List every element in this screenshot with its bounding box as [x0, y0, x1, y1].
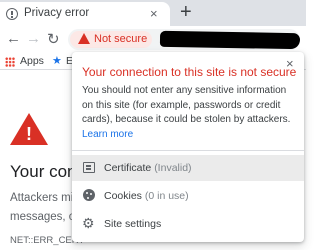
cookies-row[interactable]: Cookies (0 in use) [72, 183, 304, 209]
security-chip-label: Not secure [94, 33, 148, 45]
reload-button[interactable]: ↻ [47, 30, 60, 48]
site-settings-label: Site settings [104, 218, 162, 230]
info-icon [6, 8, 18, 20]
tab-privacy-error[interactable]: Privacy error × [0, 2, 170, 26]
forward-button[interactable]: → [26, 30, 41, 47]
address-bar[interactable]: Not secure [68, 29, 301, 50]
popup-description: You should not enter any sensitive infor… [82, 84, 300, 142]
divider [72, 150, 304, 151]
warning-triangle-icon [78, 33, 90, 44]
close-icon[interactable]: × [286, 56, 294, 71]
gear-icon: ⚙ [82, 215, 95, 231]
site-info-popup: Your connection to this site is not secu… [72, 52, 304, 242]
apps-bookmark[interactable]: Apps [20, 55, 44, 67]
tab-title: Privacy error [24, 7, 90, 19]
new-tab-button[interactable]: + [180, 1, 192, 24]
toolbar: ← → ↻ Not secure [0, 26, 306, 52]
certificate-label: Certificate (Invalid) [104, 162, 192, 174]
certificate-icon [83, 162, 95, 173]
tab-strip: Privacy error × + [0, 0, 306, 26]
popup-body-text: You should not enter any sensitive infor… [82, 85, 291, 125]
star-icon: ★ [52, 55, 62, 67]
exclamation-icon: ! [26, 124, 32, 144]
page-text-line: Attackers mig [10, 192, 80, 204]
page-description: Attackers mig messages, or [10, 189, 80, 227]
certificate-row[interactable]: Certificate (Invalid) [72, 155, 304, 181]
site-settings-row[interactable]: ⚙ Site settings [72, 211, 304, 237]
apps-grid-icon [5, 57, 15, 67]
cookies-label: Cookies (0 in use) [104, 190, 189, 202]
popup-title: Your connection to this site is not secu… [82, 65, 297, 79]
security-chip[interactable]: Not secure [70, 31, 152, 48]
learn-more-link[interactable]: Learn more [82, 129, 133, 140]
cookie-icon [83, 189, 95, 201]
page-text-line: messages, or [10, 211, 80, 223]
redacted-url [159, 30, 301, 50]
back-button[interactable]: ← [6, 30, 21, 47]
close-tab-icon[interactable]: × [150, 6, 158, 21]
